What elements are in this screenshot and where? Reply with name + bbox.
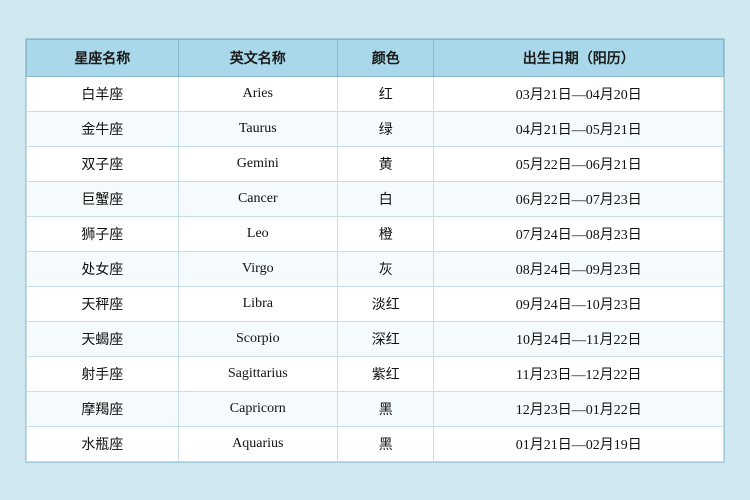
cell-chinese-name: 双子座 (27, 146, 179, 181)
cell-dates: 10月24日—11月22日 (434, 321, 724, 356)
cell-chinese-name: 天秤座 (27, 286, 179, 321)
cell-chinese-name: 天蝎座 (27, 321, 179, 356)
cell-dates: 04月21日—05月21日 (434, 111, 724, 146)
cell-dates: 09月24日—10月23日 (434, 286, 724, 321)
cell-chinese-name: 金牛座 (27, 111, 179, 146)
header-chinese-name: 星座名称 (27, 39, 179, 76)
cell-color: 红 (337, 76, 434, 111)
cell-english-name: Virgo (178, 251, 337, 286)
zodiac-table: 星座名称 英文名称 颜色 出生日期（阳历） 白羊座Aries红03月21日—04… (26, 39, 724, 462)
cell-chinese-name: 处女座 (27, 251, 179, 286)
cell-dates: 01月21日—02月19日 (434, 426, 724, 461)
table-row: 水瓶座Aquarius黑01月21日—02月19日 (27, 426, 724, 461)
cell-dates: 11月23日—12月22日 (434, 356, 724, 391)
cell-color: 橙 (337, 216, 434, 251)
table-row: 摩羯座Capricorn黑12月23日—01月22日 (27, 391, 724, 426)
cell-english-name: Aries (178, 76, 337, 111)
cell-color: 紫红 (337, 356, 434, 391)
cell-chinese-name: 射手座 (27, 356, 179, 391)
cell-color: 黑 (337, 391, 434, 426)
cell-color: 深红 (337, 321, 434, 356)
header-color: 颜色 (337, 39, 434, 76)
header-english-name: 英文名称 (178, 39, 337, 76)
table-row: 天蝎座Scorpio深红10月24日—11月22日 (27, 321, 724, 356)
table-row: 双子座Gemini黄05月22日—06月21日 (27, 146, 724, 181)
table-row: 天秤座Libra淡红09月24日—10月23日 (27, 286, 724, 321)
cell-dates: 05月22日—06月21日 (434, 146, 724, 181)
cell-chinese-name: 水瓶座 (27, 426, 179, 461)
cell-color: 白 (337, 181, 434, 216)
cell-english-name: Scorpio (178, 321, 337, 356)
cell-english-name: Aquarius (178, 426, 337, 461)
zodiac-table-container: 星座名称 英文名称 颜色 出生日期（阳历） 白羊座Aries红03月21日—04… (25, 38, 725, 463)
cell-color: 淡红 (337, 286, 434, 321)
cell-color: 黑 (337, 426, 434, 461)
cell-color: 黄 (337, 146, 434, 181)
cell-english-name: Capricorn (178, 391, 337, 426)
cell-color: 灰 (337, 251, 434, 286)
table-row: 处女座Virgo灰08月24日—09月23日 (27, 251, 724, 286)
cell-english-name: Sagittarius (178, 356, 337, 391)
cell-english-name: Libra (178, 286, 337, 321)
cell-chinese-name: 狮子座 (27, 216, 179, 251)
cell-dates: 08月24日—09月23日 (434, 251, 724, 286)
table-row: 白羊座Aries红03月21日—04月20日 (27, 76, 724, 111)
table-row: 金牛座Taurus绿04月21日—05月21日 (27, 111, 724, 146)
cell-english-name: Leo (178, 216, 337, 251)
cell-chinese-name: 巨蟹座 (27, 181, 179, 216)
table-header-row: 星座名称 英文名称 颜色 出生日期（阳历） (27, 39, 724, 76)
cell-dates: 03月21日—04月20日 (434, 76, 724, 111)
cell-dates: 07月24日—08月23日 (434, 216, 724, 251)
table-row: 巨蟹座Cancer白06月22日—07月23日 (27, 181, 724, 216)
table-row: 狮子座Leo橙07月24日—08月23日 (27, 216, 724, 251)
cell-dates: 12月23日—01月22日 (434, 391, 724, 426)
cell-color: 绿 (337, 111, 434, 146)
cell-chinese-name: 白羊座 (27, 76, 179, 111)
cell-english-name: Taurus (178, 111, 337, 146)
table-row: 射手座Sagittarius紫红11月23日—12月22日 (27, 356, 724, 391)
cell-dates: 06月22日—07月23日 (434, 181, 724, 216)
cell-english-name: Cancer (178, 181, 337, 216)
cell-english-name: Gemini (178, 146, 337, 181)
cell-chinese-name: 摩羯座 (27, 391, 179, 426)
header-dates: 出生日期（阳历） (434, 39, 724, 76)
